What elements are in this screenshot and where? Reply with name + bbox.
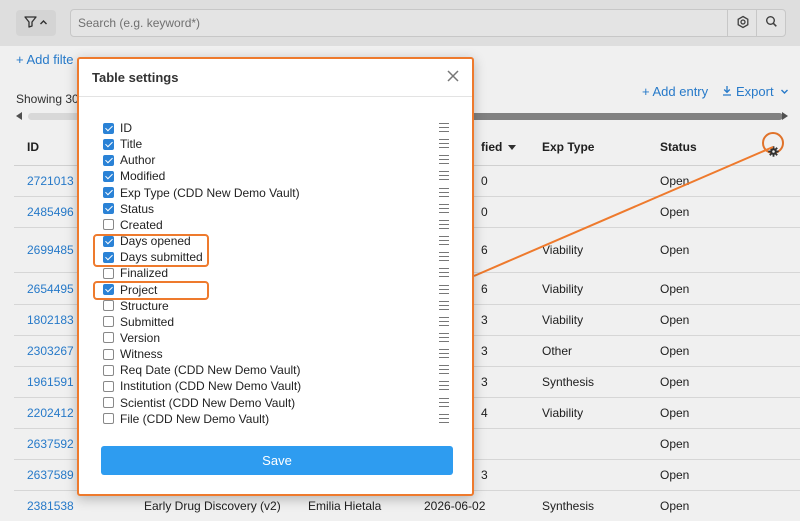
column-checkbox[interactable] <box>103 380 114 392</box>
drag-handle-icon[interactable] <box>439 413 449 423</box>
column-option-label: Institution (CDD New Demo Vault) <box>120 379 302 394</box>
column-checkbox[interactable] <box>103 203 114 215</box>
column-option[interactable]: Created <box>103 217 449 233</box>
column-checkbox[interactable] <box>103 300 114 312</box>
column-checkbox[interactable] <box>103 122 114 134</box>
column-option-label: Submitted <box>120 314 175 329</box>
column-option[interactable]: ID <box>103 120 449 136</box>
column-option-label: Req Date (CDD New Demo Vault) <box>120 363 301 378</box>
column-option[interactable]: Scientist (CDD New Demo Vault) <box>103 395 449 411</box>
column-option[interactable]: Author <box>103 152 449 168</box>
drag-handle-icon[interactable] <box>439 252 449 262</box>
drag-handle-icon[interactable] <box>439 349 449 359</box>
column-checkbox[interactable] <box>103 170 114 182</box>
drag-handle-icon[interactable] <box>439 187 449 197</box>
column-option-label: Version <box>120 330 161 345</box>
column-option-label: Title <box>120 137 143 152</box>
column-option[interactable]: Exp Type (CDD New Demo Vault) <box>103 185 449 201</box>
column-option-label: Status <box>120 201 155 216</box>
drag-handle-icon[interactable] <box>439 316 449 326</box>
drag-handle-icon[interactable] <box>439 171 449 181</box>
column-option[interactable]: Submitted <box>103 314 449 330</box>
drag-handle-icon[interactable] <box>439 219 449 229</box>
highlight-box <box>93 281 209 300</box>
column-checkbox[interactable] <box>103 348 114 360</box>
column-option[interactable]: Finalized <box>103 265 449 281</box>
column-option-label: Witness <box>120 347 163 362</box>
column-option-label: Created <box>120 217 163 232</box>
column-option-label: Exp Type (CDD New Demo Vault) <box>120 185 300 200</box>
column-checkbox[interactable] <box>103 397 114 408</box>
column-option[interactable]: Status <box>103 201 449 217</box>
column-option-label: ID <box>120 121 132 135</box>
drag-handle-icon[interactable] <box>439 300 449 310</box>
drag-handle-icon[interactable] <box>439 397 449 407</box>
column-option[interactable]: Witness <box>103 346 449 362</box>
close-icon[interactable] <box>444 68 462 86</box>
column-option-label: Finalized <box>120 266 169 281</box>
drag-handle-icon[interactable] <box>439 268 449 278</box>
column-option-label: Scientist (CDD New Demo Vault) <box>120 395 296 410</box>
column-option[interactable]: Req Date (CDD New Demo Vault) <box>103 362 449 378</box>
drag-handle-icon[interactable] <box>439 203 449 213</box>
drag-handle-icon[interactable] <box>439 365 449 375</box>
column-checkbox[interactable] <box>103 332 114 344</box>
drag-handle-icon[interactable] <box>439 123 449 132</box>
column-option-label: Modified <box>120 169 166 184</box>
column-checkbox[interactable] <box>103 413 114 425</box>
column-option-label: Author <box>120 153 156 168</box>
drag-handle-icon[interactable] <box>439 284 449 294</box>
dialog-title: Table settings <box>92 70 179 85</box>
column-checkbox[interactable] <box>103 219 114 231</box>
drag-handle-icon[interactable] <box>439 332 449 342</box>
dialog-header: Table settings <box>79 59 472 97</box>
drag-handle-icon[interactable] <box>439 139 449 149</box>
save-button[interactable]: Save <box>101 446 453 475</box>
column-checkbox[interactable] <box>103 187 114 199</box>
column-option[interactable]: Version <box>103 330 449 346</box>
drag-handle-icon[interactable] <box>439 236 449 245</box>
column-checkbox[interactable] <box>103 154 114 166</box>
column-checkbox[interactable] <box>103 364 114 376</box>
column-option[interactable]: Title <box>103 136 449 152</box>
column-option[interactable]: File (CDD New Demo Vault) <box>103 411 449 427</box>
column-checkbox[interactable] <box>103 267 114 279</box>
drag-handle-icon[interactable] <box>439 381 449 391</box>
highlight-box <box>93 234 209 267</box>
column-checkbox[interactable] <box>103 316 114 328</box>
table-settings-dialog: Table settings ID Title Author Modified Exp … <box>77 57 474 496</box>
column-option-label: File (CDD New Demo Vault) <box>120 411 270 426</box>
column-option[interactable]: Modified <box>103 168 449 184</box>
column-checkbox[interactable] <box>103 138 114 150</box>
column-option[interactable]: Institution (CDD New Demo Vault) <box>103 378 449 394</box>
column-option-label: Structure <box>120 298 169 313</box>
drag-handle-icon[interactable] <box>439 155 449 165</box>
